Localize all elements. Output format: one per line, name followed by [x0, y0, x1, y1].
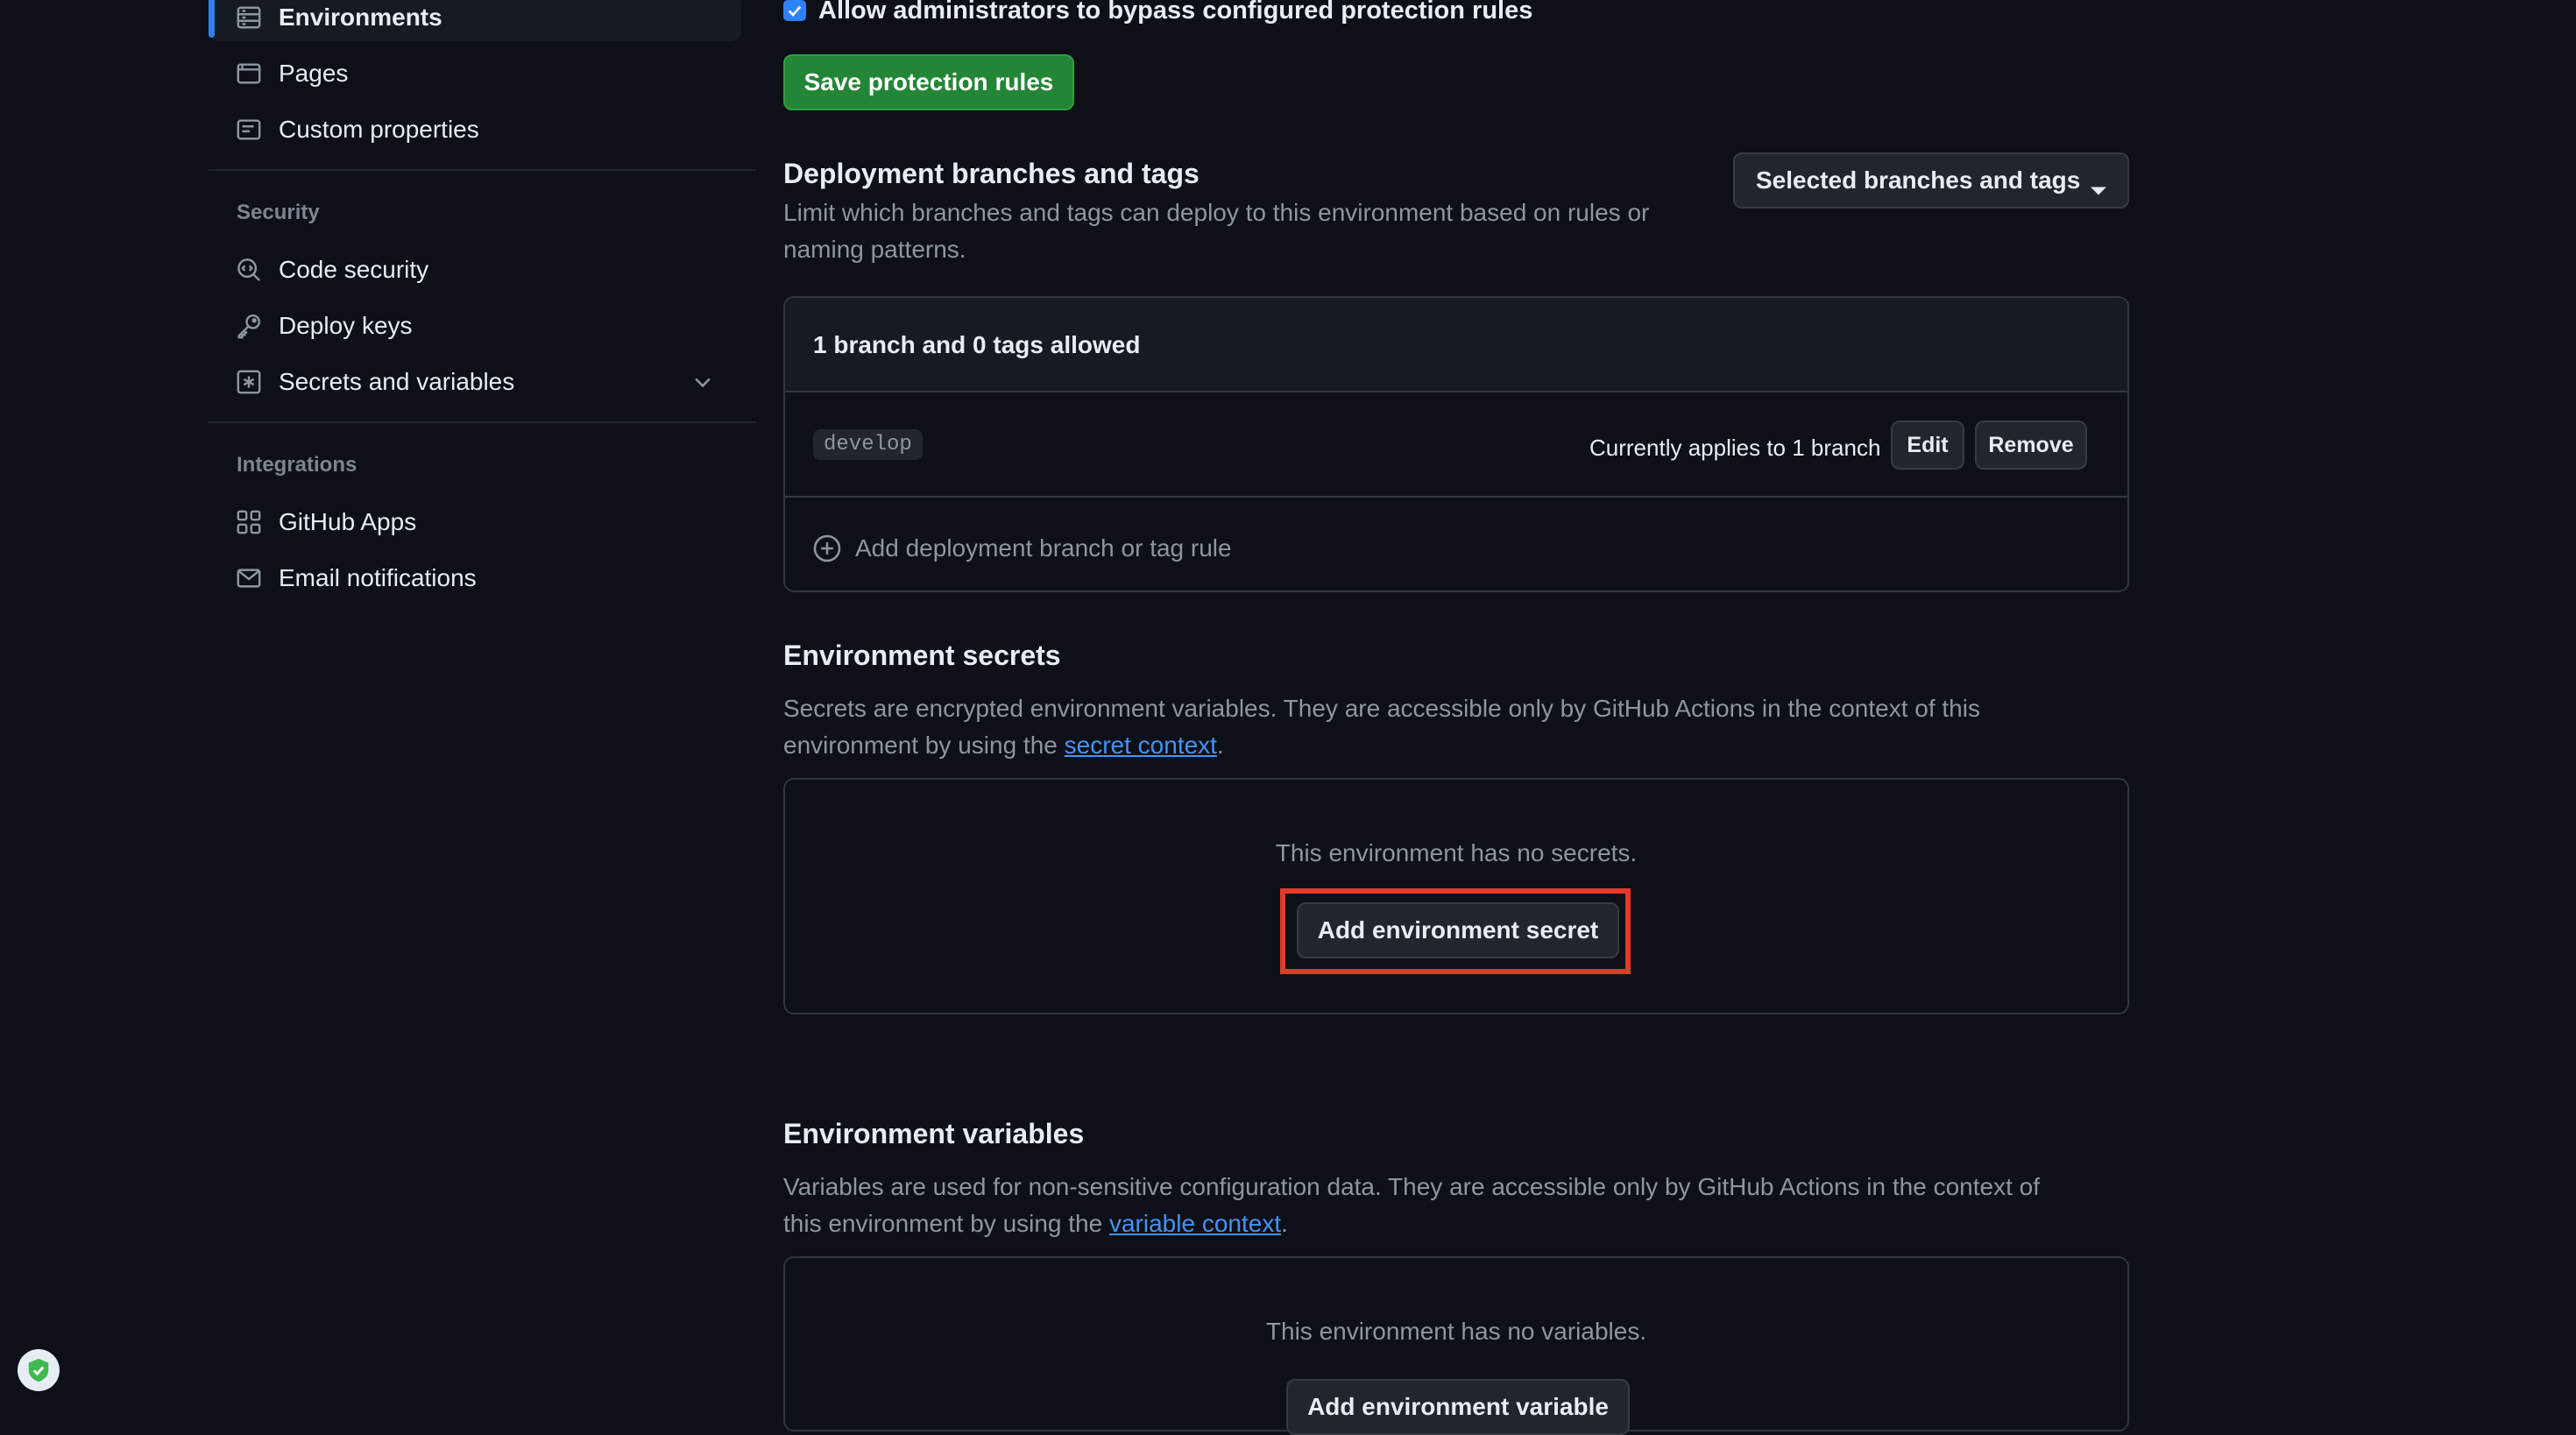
apps-icon — [235, 508, 263, 536]
sidebar-item-github-apps[interactable]: GitHub Apps — [209, 498, 741, 546]
rule-applies-text: Currently applies to 1 branch — [1589, 435, 1881, 461]
add-environment-variable-button[interactable]: Add environment variable — [1286, 1379, 1630, 1435]
chevron-down-icon[interactable] — [690, 370, 715, 394]
no-variables-text: This environment has no variables. — [1265, 1318, 1647, 1345]
remove-rule-button[interactable]: Remove — [1975, 421, 2087, 470]
bypass-label: Allow administrators to bypass configure… — [818, 0, 1533, 25]
key-icon — [235, 312, 263, 340]
variables-panel: This environment has no variables. Add e… — [783, 1256, 2129, 1435]
sidebar-item-email-notifications[interactable]: Email notifications — [209, 555, 741, 602]
description-line: Secrets are encrypted environment variab… — [783, 695, 1980, 722]
row-divider — [785, 496, 2127, 498]
sidebar-item-label: Deploy keys — [279, 312, 413, 339]
codescan-icon — [235, 256, 263, 284]
checkmark-icon — [788, 5, 802, 18]
sidebar-item-deploy-keys[interactable]: Deploy keys — [209, 302, 741, 350]
environment-secrets-description: Secrets are encrypted environment variab… — [783, 690, 1980, 764]
description-line: environment by using the secret context. — [783, 727, 1980, 764]
browser-icon — [235, 60, 263, 88]
mail-icon — [235, 564, 263, 592]
shield-check-badge[interactable] — [18, 1349, 60, 1391]
shield-check-icon — [28, 1358, 49, 1382]
sidebar-heading-security: Security — [237, 201, 320, 224]
no-secrets-text: This environment has no secrets. — [1275, 839, 1638, 866]
sidebar-item-environments[interactable]: Environments — [209, 0, 741, 41]
highlight-frame — [1280, 888, 1631, 974]
rules-count: 1 branch and 0 tags allowed — [813, 331, 1141, 358]
deployment-branches-title: Deployment branches and tags — [783, 158, 1200, 189]
sidebar-item-custom-properties[interactable]: Custom properties — [209, 106, 741, 153]
save-protection-rules-button[interactable]: Save protection rules — [783, 54, 1074, 110]
sidebar-item-code-security[interactable]: Code security — [209, 246, 741, 293]
server-icon — [235, 4, 263, 32]
sidebar-item-secrets-and-variables[interactable]: Secrets and variables — [209, 358, 741, 406]
description-line: Limit which branches and tags can deploy… — [783, 199, 1650, 226]
description-line: Variables are used for non-sensitive con… — [783, 1173, 2040, 1200]
sidebar-item-label: Environments — [279, 4, 442, 31]
sidebar-divider — [209, 421, 756, 423]
secret-context-link[interactable]: secret context — [1065, 732, 1217, 759]
settings-sidebar: Environments Pages Custom properties Sec… — [209, 0, 756, 613]
sidebar-item-label: Email notifications — [279, 564, 477, 591]
description-text: . — [1216, 732, 1224, 759]
deployment-branches-description: Limit which branches and tags can deploy… — [783, 194, 1649, 268]
bypass-checkbox[interactable] — [783, 0, 806, 21]
sidebar-item-label: GitHub Apps — [279, 508, 417, 535]
description-line: naming patterns. — [783, 236, 966, 263]
sidebar-divider — [209, 169, 756, 171]
deployment-rules-panel: 1 branch and 0 tags allowed develop Curr… — [783, 296, 2129, 592]
add-rule-label: Add deployment branch or tag rule — [855, 534, 1232, 562]
branch-policy-dropdown[interactable]: Selected branches and tags — [1733, 152, 2129, 209]
note-icon — [235, 116, 263, 144]
variable-context-link[interactable]: variable context — [1109, 1210, 1281, 1237]
environment-secrets-title: Environment secrets — [783, 640, 1061, 671]
caret-down-icon — [2091, 175, 2106, 203]
sidebar-item-label: Secrets and variables — [279, 368, 515, 395]
description-line: this environment by using the variable c… — [783, 1205, 2040, 1242]
dropdown-value: Selected branches and tags — [1756, 166, 2081, 194]
add-deployment-rule-button[interactable]: Add deployment branch or tag rule — [811, 529, 1688, 568]
panel-header: 1 branch and 0 tags allowed — [785, 298, 2127, 392]
sidebar-item-pages[interactable]: Pages — [209, 50, 741, 97]
plus-circle-icon — [811, 533, 843, 564]
edit-rule-button[interactable]: Edit — [1891, 421, 1964, 470]
description-text: environment by using the — [783, 732, 1065, 759]
sidebar-item-label: Code security — [279, 256, 429, 283]
sidebar-heading-integrations: Integrations — [237, 453, 357, 477]
description-text: . — [1281, 1210, 1288, 1237]
environment-variables-description: Variables are used for non-sensitive con… — [783, 1169, 2040, 1242]
description-text: this environment by using the — [783, 1210, 1109, 1237]
environment-variables-title: Environment variables — [783, 1118, 1085, 1149]
sidebar-item-label: Pages — [279, 60, 349, 87]
sidebar-item-label: Custom properties — [279, 116, 479, 143]
branch-rule-name: develop — [813, 429, 923, 460]
key-asterisk-icon — [235, 368, 263, 396]
